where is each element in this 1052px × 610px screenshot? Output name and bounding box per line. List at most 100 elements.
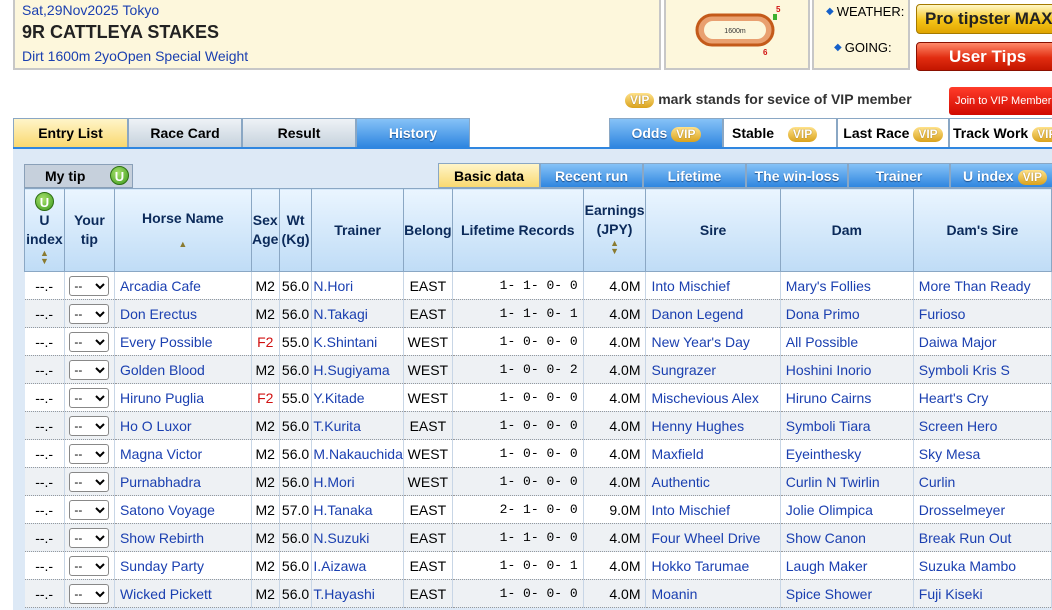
horse-name-link[interactable]: Satono Voyage [114,495,252,524]
tip-select[interactable]: -- [69,331,110,352]
horse-name-link[interactable]: Every Possible [114,327,252,356]
dams-sire-link[interactable]: Drosselmeyer [913,495,1052,524]
dam-link[interactable]: Hoshini Inorio [780,355,914,384]
table-row: --.- -- Satono Voyage M2 57.0 H.Tanaka EAST 2- … [24,495,1052,524]
col-u-index[interactable]: UU index ▲ ▼ [24,188,65,272]
tip-select[interactable]: -- [69,415,110,436]
sort-up-icon[interactable]: ▲ [178,239,187,248]
dam-link[interactable]: Symboli Tiara [780,411,914,440]
sire-link[interactable]: Sungrazer [645,355,781,384]
tip-select[interactable]: -- [69,359,110,380]
horse-name-link[interactable]: Hiruno Puglia [114,383,252,412]
sort-icon[interactable]: ▲ ▼ [40,248,49,265]
dams-sire-link[interactable]: Screen Hero [913,411,1052,440]
horse-name-link[interactable]: Purnabhadra [114,467,252,496]
sire-link[interactable]: Mischevious Alex [645,383,781,412]
subtab-lifetime[interactable]: Lifetime [643,163,746,188]
horse-name-link[interactable]: Sunday Party [114,551,252,580]
trainer-link[interactable]: I.Aizawa [311,551,404,580]
tip-select[interactable]: -- [69,499,110,520]
trainer-link[interactable]: H.Tanaka [311,495,404,524]
trainer-link[interactable]: T.Kurita [311,411,404,440]
pro-tipster-button[interactable]: Pro tipster MAX [916,4,1052,34]
sire-link[interactable]: Hokko Tarumae [645,551,781,580]
dams-sire-link[interactable]: Break Run Out [913,523,1052,552]
horse-name-link[interactable]: Golden Blood [114,355,252,384]
dam-link[interactable]: Eyeinthesky [780,439,914,468]
col-earnings[interactable]: Earnings (JPY) ▲ ▼ [582,188,647,272]
trainer-link[interactable]: Y.Kitade [311,383,404,412]
tip-select[interactable]: -- [69,583,110,604]
trainer-link[interactable]: K.Shintani [311,327,404,356]
subtab-trainer[interactable]: Trainer [848,163,950,188]
tip-cell: -- [64,495,115,524]
tip-select[interactable]: -- [69,443,110,464]
trainer-link[interactable]: N.Hori [311,271,404,300]
tip-select[interactable]: -- [69,471,110,492]
horse-name-link[interactable]: Arcadia Cafe [114,271,252,300]
sire-link[interactable]: New Year's Day [645,327,781,356]
dam-link[interactable]: Dona Primo [780,299,914,328]
horse-name-link[interactable]: Wicked Pickett [114,579,252,608]
tab-stable[interactable]: Stable VIP [723,118,837,148]
dams-sire-link[interactable]: Furioso [913,299,1052,328]
subtab-u-index[interactable]: U index VIP [950,163,1052,188]
tab-race-card[interactable]: Race Card [128,118,242,148]
sire-link[interactable]: Henny Hughes [645,411,781,440]
tip-select[interactable]: -- [69,275,110,296]
tab-result[interactable]: Result [242,118,356,148]
dams-sire-link[interactable]: Symboli Kris S [913,355,1052,384]
trainer-link[interactable]: H.Mori [311,467,404,496]
dams-sire-link[interactable]: Heart's Cry [913,383,1052,412]
subtab-basic-data[interactable]: Basic data [438,163,540,188]
dam-link[interactable]: Curlin N Twirlin [780,467,914,496]
sire-link[interactable]: Into Mischief [645,271,781,300]
sire-link[interactable]: Into Mischief [645,495,781,524]
dam-link[interactable]: All Possible [780,327,914,356]
trainer-link[interactable]: N.Takagi [311,299,404,328]
horse-name-link[interactable]: Magna Victor [114,439,252,468]
sire-link[interactable]: Moanin [645,579,781,608]
sort-icon[interactable]: ▲ ▼ [610,239,619,256]
dams-sire-link[interactable]: Daiwa Major [913,327,1052,356]
tab-track-work[interactable]: Track Work VIP [949,118,1052,148]
dam-link[interactable]: Jolie Olimpica [780,495,914,524]
tab-history[interactable]: History [356,118,470,148]
tip-select[interactable]: -- [69,387,110,408]
dams-sire-link[interactable]: Curlin [913,467,1052,496]
join-vip-button[interactable]: Join to VIP Member [949,87,1052,115]
tip-cell: -- [64,523,115,552]
dams-sire-link[interactable]: Fuji Kiseki [913,579,1052,608]
subtab-recent-run[interactable]: Recent run [540,163,643,188]
tip-select[interactable]: -- [69,555,110,576]
my-tip-button[interactable]: My tip U [24,164,133,188]
tip-select[interactable]: -- [69,527,110,548]
dams-sire-link[interactable]: Sky Mesa [913,439,1052,468]
trainer-link[interactable]: T.Hayashi [311,579,404,608]
sire-link[interactable]: Maxfield [645,439,781,468]
dam-link[interactable]: Show Canon [780,523,914,552]
dam-link[interactable]: Hiruno Cairns [780,383,914,412]
horse-name-link[interactable]: Show Rebirth [114,523,252,552]
tab-entry-list[interactable]: Entry List [13,118,128,148]
tab-odds[interactable]: Odds VIP [609,118,723,148]
user-tips-button[interactable]: User Tips [916,42,1052,71]
col-horse-name[interactable]: Horse Name ▲ [113,188,252,272]
trainer-link[interactable]: H.Sugiyama [311,355,404,384]
dams-sire-link[interactable]: More Than Ready [913,271,1052,300]
sire-link[interactable]: Four Wheel Drive [645,523,781,552]
tip-select[interactable]: -- [69,303,110,324]
trainer-link[interactable]: M.Nakauchida [311,439,404,468]
dam-link[interactable]: Spice Shower [780,579,914,608]
horse-name-link[interactable]: Ho O Luxor [114,411,252,440]
trainer-link[interactable]: N.Suzuki [311,523,404,552]
dam-link[interactable]: Mary's Follies [780,271,914,300]
dam-link[interactable]: Laugh Maker [780,551,914,580]
dams-sire-link[interactable]: Suzuka Mambo [913,551,1052,580]
subtab-win-loss[interactable]: The win-loss [746,163,848,188]
tab-last-race[interactable]: Last Race VIP [837,118,949,148]
horse-name-link[interactable]: Don Erectus [114,299,252,328]
race-venue[interactable]: Tokyo [123,2,160,18]
sire-link[interactable]: Authentic [645,467,781,496]
sire-link[interactable]: Danon Legend [645,299,781,328]
